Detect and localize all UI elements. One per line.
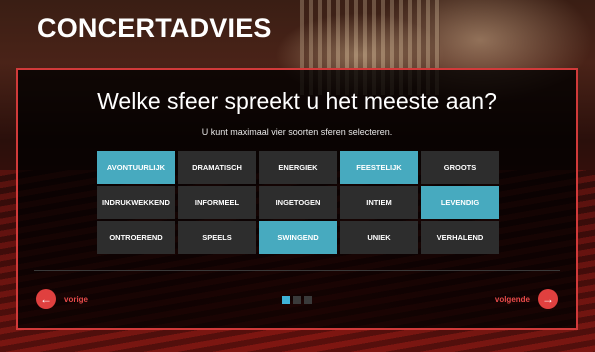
option-uniek[interactable]: UNIEK: [340, 221, 418, 254]
option-feestelijk[interactable]: FEESTELIJK: [340, 151, 418, 184]
option-ingetogen[interactable]: INGETOGEN: [259, 186, 337, 219]
page-dot[interactable]: [293, 296, 301, 304]
next-label: volgende: [494, 294, 530, 304]
question-panel: Welke sfeer spreekt u het meeste aan? U …: [16, 68, 578, 330]
previous-button[interactable]: ← vorige: [36, 289, 88, 309]
pagination-dots: [282, 296, 312, 304]
mood-options-grid: AVONTUURLIJK DRAMATISCH ENERGIEK FEESTEL…: [97, 151, 499, 254]
option-dramatisch[interactable]: DRAMATISCH: [178, 151, 256, 184]
arrow-left-icon: ←: [36, 289, 56, 309]
page-dot[interactable]: [282, 296, 290, 304]
option-informeel[interactable]: INFORMEEL: [178, 186, 256, 219]
app-title: CONCERTADVIES: [37, 13, 272, 43]
option-verhalend[interactable]: VERHALEND: [421, 221, 499, 254]
next-button[interactable]: volgende →: [495, 289, 558, 309]
page-dot[interactable]: [304, 296, 312, 304]
arrow-right-icon: →: [538, 289, 558, 309]
option-avontuurlijk[interactable]: AVONTUURLIJK: [97, 151, 175, 184]
option-indrukwekkend[interactable]: INDRUKWEKKEND: [97, 186, 175, 219]
option-speels[interactable]: SPEELS: [178, 221, 256, 254]
option-groots[interactable]: GROOTS: [421, 151, 499, 184]
previous-label: vorige: [64, 294, 89, 304]
option-levendig[interactable]: LEVENDIG: [421, 186, 499, 219]
option-swingend[interactable]: SWINGEND: [259, 221, 337, 254]
question-title: Welke sfeer spreekt u het meeste aan?: [97, 88, 497, 114]
option-intiem[interactable]: INTIEM: [340, 186, 418, 219]
option-ontroerend[interactable]: ONTROEREND: [97, 221, 175, 254]
selection-hint: U kunt maximaal vier soorten sferen sele…: [201, 127, 393, 137]
divider: [34, 270, 560, 271]
option-energiek[interactable]: ENERGIEK: [259, 151, 337, 184]
